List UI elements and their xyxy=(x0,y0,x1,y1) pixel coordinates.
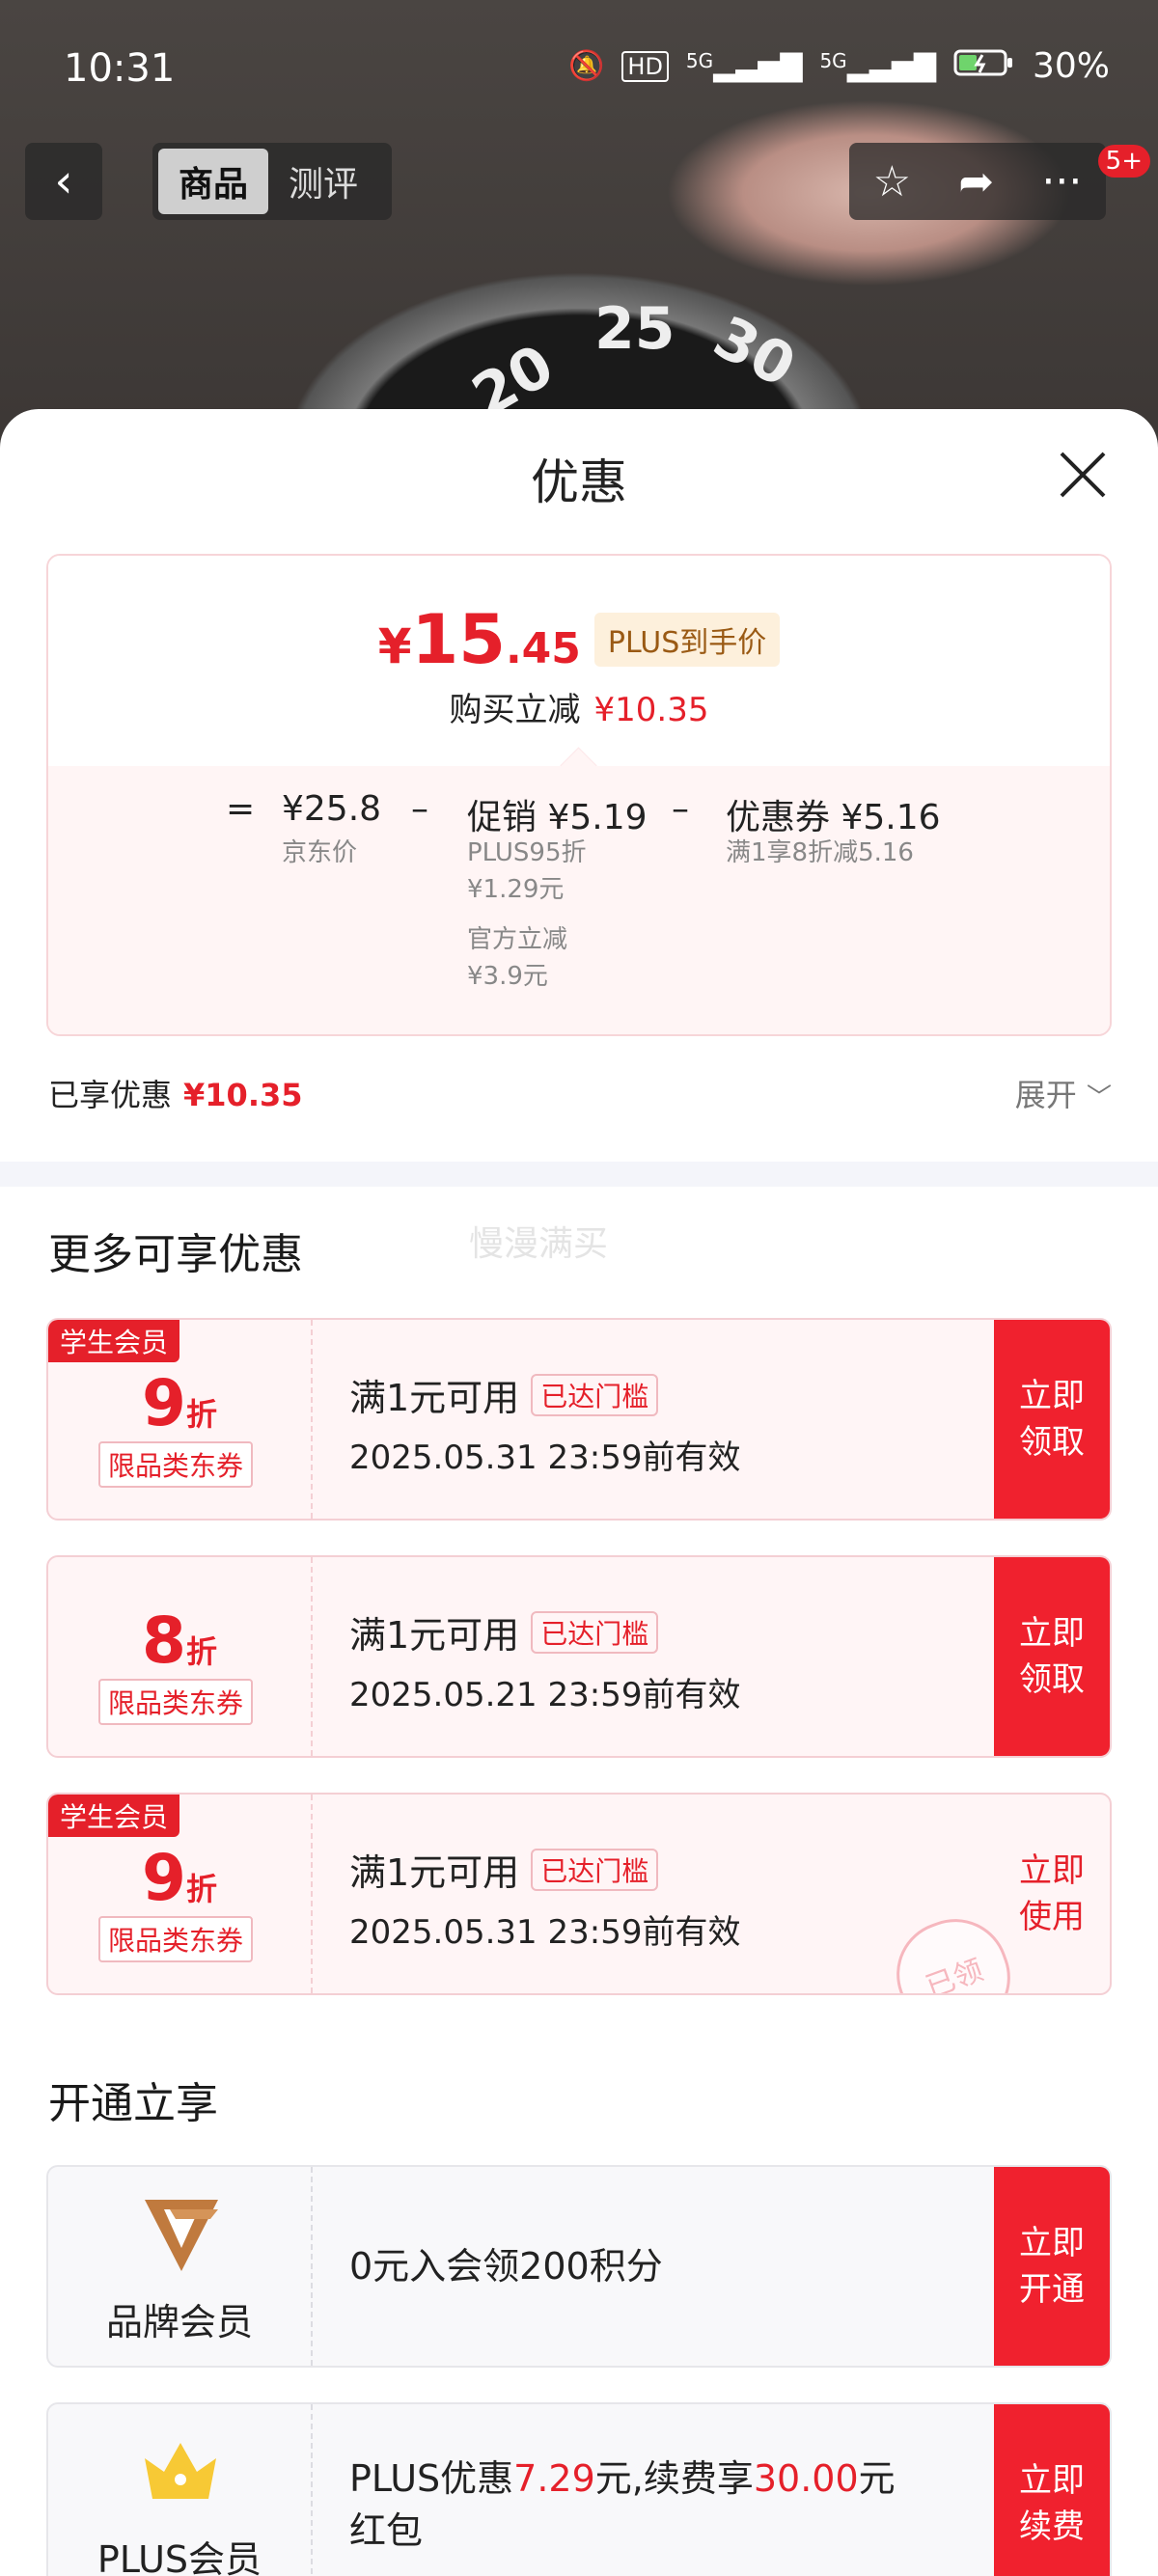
coupon-detail: 满1享8折减5.16 xyxy=(726,838,914,867)
share-icon[interactable]: ➦ xyxy=(958,157,994,206)
use-coupon-button[interactable]: 立即 使用 xyxy=(994,1795,1110,1993)
member-benefit: 0元入会领200积分 xyxy=(349,2245,663,2288)
final-price-section: ¥ 15 .45 PLUS到手价 购买立减 ¥10.35 xyxy=(48,556,1110,766)
battery-icon xyxy=(953,47,1015,86)
brand-v-logo-icon xyxy=(145,2200,218,2271)
calc-section: = ¥25.8 京东价 – 促销 ¥5.19 PLUS95折 ¥1.29元 官方… xyxy=(48,747,1110,1034)
coupon-left: 9折 限品类东券 学生会员 xyxy=(48,1795,313,1993)
coupon-condition: 满1元可用 已达门槛 xyxy=(349,1843,740,1896)
sheet-title: 优惠 xyxy=(531,454,627,510)
chevron-left-icon: ‹ xyxy=(54,154,73,208)
coupon-category: 限品类东券 xyxy=(98,1916,254,1962)
member-name: 品牌会员 xyxy=(105,2301,253,2343)
coupon-validity: 2025.05.21 23:59前有效 xyxy=(349,1676,741,1714)
threshold-reached-tag: 已达门槛 xyxy=(531,1373,659,1416)
member-name: PLUS会员 xyxy=(96,2538,262,2576)
jd-price-label: 京东价 xyxy=(282,838,358,867)
star-icon[interactable]: ☆ xyxy=(873,157,911,206)
plus-price-tag: PLUS到手价 xyxy=(593,613,781,667)
promo-official-value: ¥3.9元 xyxy=(467,962,548,991)
student-member-tag: 学生会员 xyxy=(48,1320,180,1362)
coupon-info: 满1元可用 已达门槛 2025.05.31 23:59前有效 xyxy=(349,1843,740,1953)
student-member-tag: 学生会员 xyxy=(48,1795,180,1837)
renew-member-button[interactable]: 立即 续费 xyxy=(994,2404,1110,2576)
member-left: PLUS会员 xyxy=(48,2404,313,2576)
coupon-left: 8折 限品类东券 xyxy=(48,1557,313,1756)
signal-5g-icon: 5G▂▃▅▇ xyxy=(819,49,936,83)
coupon-card: 8折 限品类东券 满1元可用 已达门槛 2025.05.21 23:59前有效 立… xyxy=(46,1555,1112,1758)
brand-member-card: 品牌会员 0元入会领200积分 立即 开通 xyxy=(46,2165,1112,2368)
member-benefit: PLUS优惠7.29元,续费享30.00元 红包 xyxy=(349,2457,896,2552)
coupon-discount: 9折 xyxy=(142,1841,217,1915)
dial-number: 30 xyxy=(703,303,807,401)
coupon-condition: 满1元可用 已达门槛 xyxy=(349,1368,740,1421)
open-membership-title: 开通立享 xyxy=(48,2079,218,2128)
chevron-down-icon: ﹀ xyxy=(1086,1083,1112,1112)
expand-button[interactable]: 展开 ﹀ xyxy=(1015,1071,1112,1115)
member-left: 品牌会员 xyxy=(48,2167,313,2366)
crown-icon xyxy=(145,2443,216,2499)
coupon-condition: 满1元可用 已达门槛 xyxy=(349,1605,740,1658)
price-breakdown-card: ¥ 15 .45 PLUS到手价 购买立减 ¥10.35 = ¥25.8 京东价 … xyxy=(46,554,1112,1036)
dial-number: 25 xyxy=(594,295,676,363)
threshold-reached-tag: 已达门槛 xyxy=(531,1610,659,1654)
coupon-info: 满1元可用 已达门槛 2025.05.31 23:59前有效 xyxy=(349,1368,740,1478)
signal-5g-icon: 5G▂▃▅▇ xyxy=(685,49,803,83)
minus-sign: – xyxy=(411,789,428,829)
back-button[interactable]: ‹ xyxy=(25,143,102,220)
tab-review[interactable]: 测评 xyxy=(268,149,378,214)
promo-total: 促销 ¥5.19 xyxy=(467,798,648,837)
status-bar: 10:31 🔕 HD 5G▂▃▅▇ 5G▂▃▅▇ 30% xyxy=(0,39,1158,96)
coupon-validity: 2025.05.31 23:59前有效 xyxy=(349,1439,741,1477)
hd-icon: HD xyxy=(621,50,669,82)
action-group: ☆ ➦ ··· xyxy=(849,143,1106,220)
message-badge: 5+ xyxy=(1097,145,1150,178)
jd-price: ¥25.8 xyxy=(282,789,382,829)
close-icon[interactable] xyxy=(1056,448,1110,502)
status-time: 10:31 xyxy=(64,46,176,91)
promo-official: 官方立减 xyxy=(467,925,568,954)
top-nav: ‹ 商品 测评 ☆ ➦ ··· 5+ xyxy=(0,143,1158,220)
coupon-category: 限品类东券 xyxy=(98,1441,254,1488)
threshold-reached-tag: 已达门槛 xyxy=(531,1848,659,1891)
coupon-left: 9折 限品类东券 学生会员 xyxy=(48,1320,313,1519)
open-member-button[interactable]: 立即 开通 xyxy=(994,2167,1110,2366)
coupon-card: 9折 限品类东券 学生会员 满1元可用 已达门槛 2025.05.31 23:59… xyxy=(46,1318,1112,1521)
section-divider xyxy=(0,1162,1158,1187)
coupon-card: 9折 限品类东券 学生会员 满1元可用 已达门槛 2025.05.31 23:59… xyxy=(46,1793,1112,1995)
coupon-validity: 2025.05.31 23:59前有效 xyxy=(349,1913,741,1952)
claim-coupon-button[interactable]: 立即 领取 xyxy=(994,1557,1110,1756)
tab-switcher: 商品 测评 xyxy=(152,143,392,220)
instant-reduce: 购买立减 ¥10.35 xyxy=(449,691,709,729)
faded-text: 慢漫满买 xyxy=(469,1224,609,1264)
claim-coupon-button[interactable]: 立即 领取 xyxy=(994,1320,1110,1519)
more-offers-title: 更多可享优惠 xyxy=(48,1230,303,1279)
plus-member-card: PLUS会员 PLUS优惠7.29元,续费享30.00元 红包 立即 续费 xyxy=(46,2402,1112,2576)
equals-sign: = xyxy=(226,789,256,829)
coupon-total: 优惠券 ¥5.16 xyxy=(726,798,941,837)
status-icons: 🔕 HD 5G▂▃▅▇ 5G▂▃▅▇ 30% xyxy=(568,46,1110,86)
battery-level: 30% xyxy=(1032,46,1110,86)
mute-icon: 🔕 xyxy=(568,49,605,83)
more-icon[interactable]: ··· xyxy=(1041,157,1082,206)
discount-sheet: 优惠 ¥ 15 .45 PLUS到手价 购买立减 ¥10.35 = ¥25.8 京… xyxy=(0,409,1158,2576)
coupon-category: 限品类东券 xyxy=(98,1679,254,1725)
tab-product[interactable]: 商品 xyxy=(158,149,268,214)
coupon-discount: 8折 xyxy=(142,1603,217,1678)
promo-plus95: PLUS95折 xyxy=(467,838,587,867)
promo-plus95-value: ¥1.29元 xyxy=(467,875,565,904)
final-price: ¥ 15 .45 PLUS到手价 xyxy=(48,600,1110,679)
coupon-info: 满1元可用 已达门槛 2025.05.21 23:59前有效 xyxy=(349,1605,740,1715)
minus-sign: – xyxy=(672,789,689,829)
enjoyed-discount: 已享优惠 ¥10.35 xyxy=(48,1077,303,1113)
coupon-discount: 9折 xyxy=(142,1366,217,1440)
